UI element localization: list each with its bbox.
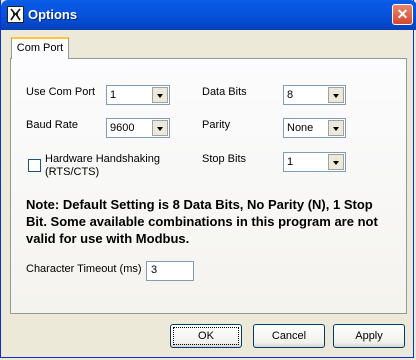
data-bits-select[interactable]: 8 [283,85,346,105]
options-window: Options ✕ Com Port Use Com Port 1 Baud R… [0,0,416,358]
baud-rate-select[interactable]: 9600 [106,118,170,138]
close-icon: ✕ [396,6,409,22]
close-button[interactable]: ✕ [392,4,413,25]
stop-bits-value: 1 [287,156,294,168]
stop-bits-select[interactable]: 1 [283,152,346,172]
stop-bits-label: Stop Bits [202,153,247,165]
ok-button[interactable]: OK [170,324,242,348]
title-bar[interactable]: Options ✕ [1,0,416,30]
data-bits-label: Data Bits [202,86,247,98]
use-com-port-value: 1 [110,89,117,101]
character-timeout-label: Character Timeout (ms) [26,263,142,275]
use-com-port-select[interactable]: 1 [106,85,170,105]
hardware-handshaking-checkbox[interactable] [28,159,41,172]
chevron-down-icon[interactable] [152,120,168,136]
hardware-handshaking-label-line2: (RTS/CTS) [45,166,100,178]
apply-button[interactable]: Apply [333,324,405,348]
use-com-port-label: Use Com Port [26,86,96,98]
parity-label: Parity [202,119,231,131]
parity-value: None [287,122,314,134]
chevron-down-icon[interactable] [152,87,168,103]
cancel-button[interactable]: Cancel [253,324,325,348]
hardware-handshaking-label-line1: Hardware Handshaking [45,153,160,165]
character-timeout-input[interactable]: 3 [146,261,194,281]
note-text: Note: Default Setting is 8 Data Bits, No… [26,197,378,246]
window-title: Options [28,7,78,22]
baud-rate-value: 9600 [110,122,135,134]
tab-com-port[interactable]: Com Port [11,37,69,59]
chevron-down-icon[interactable] [328,87,344,103]
baud-rate-label: Baud Rate [26,119,78,131]
chevron-down-icon[interactable] [328,154,344,170]
data-bits-value: 8 [287,89,294,101]
chevron-down-icon[interactable] [328,120,344,136]
parity-select[interactable]: None [283,118,346,138]
app-icon [7,6,24,23]
